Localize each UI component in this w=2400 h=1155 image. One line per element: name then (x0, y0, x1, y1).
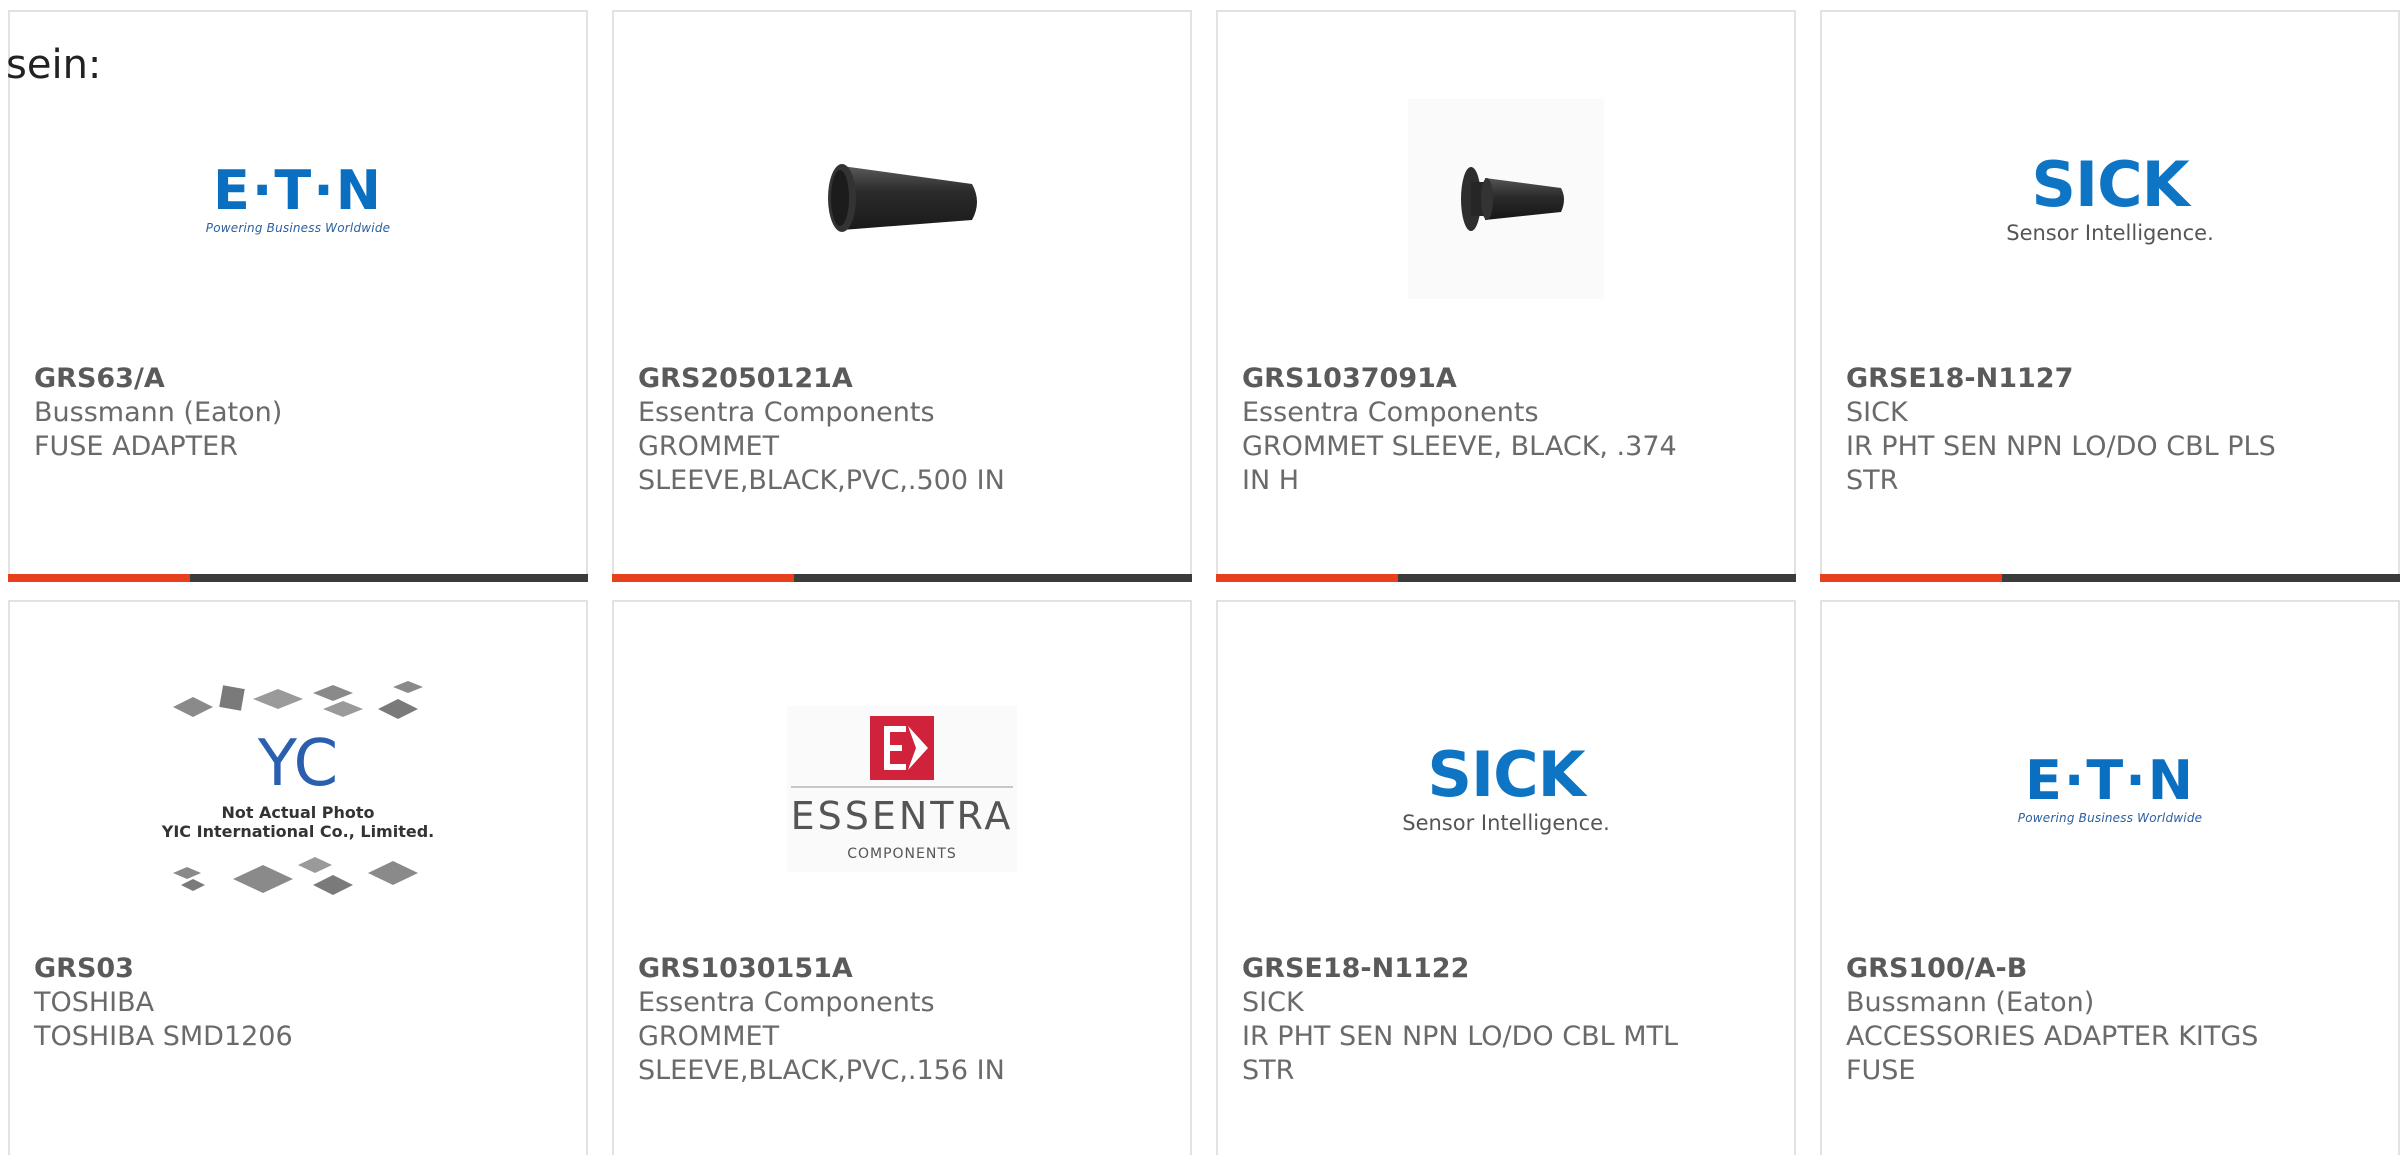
card-footer-bar (1820, 574, 2400, 582)
intro-text: sein: (6, 42, 102, 88)
product-image[interactable]: E·T·N Powering Business Worldwide (1822, 664, 2398, 914)
card-footer-bar (1216, 574, 1796, 582)
essentra-mark-icon (869, 716, 934, 780)
manufacturer: Essentra Components (638, 397, 935, 428)
yic-monogram: YC (257, 727, 339, 801)
product-image[interactable]: YC Not Actual Photo YIC International Co… (10, 664, 586, 914)
manufacturer: Bussmann (Eaton) (34, 397, 283, 428)
part-number[interactable]: GRS63/A (34, 362, 562, 396)
description: SLEEVE,BLACK,PVC,.500 IN (638, 465, 1005, 496)
manufacturer: Essentra Components (638, 987, 935, 1018)
product-card[interactable]: E·T·N Powering Business Worldwide GRS100… (1820, 600, 2400, 1155)
manufacturer: SICK (1846, 397, 1908, 428)
description: ACCESSORIES ADAPTER KITGS (1846, 1021, 2259, 1052)
sick-logo: SICK Sensor Intelligence. (1402, 738, 1610, 836)
description: GROMMET SLEEVE, BLACK, .374 (1242, 431, 1677, 462)
description: SLEEVE,BLACK,PVC,.156 IN (638, 1055, 1005, 1086)
description: GROMMET (638, 431, 780, 462)
eaton-logo: E·T·N Powering Business Worldwide (205, 159, 391, 236)
product-card[interactable]: GRS2050121A Essentra Components GROMMET … (612, 10, 1192, 582)
manufacturer: TOSHIBA (34, 987, 155, 1018)
description: IN H (1242, 465, 1300, 496)
yic-company-text: YIC International Co., Limited. (161, 822, 435, 841)
part-number[interactable]: GRS100/A-B (1846, 952, 2374, 986)
grommet-photo (1461, 167, 1564, 231)
description: STR (1846, 465, 1899, 496)
grommet-sleeve-photo (828, 164, 977, 232)
product-card[interactable]: YC Not Actual Photo YIC International Co… (8, 600, 588, 1155)
part-number[interactable]: GRS2050121A (638, 362, 1166, 396)
part-number[interactable]: GRS1030151A (638, 952, 1166, 986)
manufacturer: Essentra Components (1242, 397, 1539, 428)
product-card[interactable]: ESSENTRA COMPONENTS GRS1030151A Essentra… (612, 600, 1192, 1155)
manufacturer: SICK (1242, 987, 1304, 1018)
product-image[interactable] (1218, 74, 1794, 324)
chip-icons (163, 679, 433, 729)
yic-placeholder-image: YC Not Actual Photo YIC International Co… (162, 679, 434, 899)
product-card[interactable]: SICK Sensor Intelligence. GRSE18-N1122 S… (1216, 600, 1796, 1155)
essentra-logo: ESSENTRA COMPONENTS (786, 706, 1018, 872)
product-image[interactable]: E·T·N Powering Business Worldwide (10, 74, 586, 324)
eaton-logo: E·T·N Powering Business Worldwide (2017, 749, 2203, 826)
description: TOSHIBA SMD1206 (34, 1021, 293, 1052)
description: FUSE (1846, 1055, 1916, 1086)
description: IR PHT SEN NPN LO/DO CBL MTL (1242, 1021, 1679, 1052)
product-card[interactable]: GRS1037091A Essentra Components GROMMET … (1216, 10, 1796, 582)
product-image[interactable]: SICK Sensor Intelligence. (1822, 74, 2398, 324)
part-number[interactable]: GRS1037091A (1242, 362, 1770, 396)
part-number[interactable]: GRS03 (34, 952, 562, 986)
product-image[interactable]: SICK Sensor Intelligence. (1218, 664, 1794, 914)
product-card[interactable]: SICK Sensor Intelligence. GRSE18-N1127 S… (1820, 10, 2400, 582)
description: STR (1242, 1055, 1295, 1086)
description: GROMMET (638, 1021, 780, 1052)
sick-logo: SICK Sensor Intelligence. (2006, 148, 2214, 246)
manufacturer: Bussmann (Eaton) (1846, 987, 2095, 1018)
chip-icons (163, 849, 433, 899)
part-number[interactable]: GRSE18-N1122 (1242, 952, 1770, 986)
not-actual-photo-text: Not Actual Photo (221, 803, 375, 822)
card-footer-bar (8, 574, 588, 582)
description: FUSE ADAPTER (34, 431, 238, 462)
part-number[interactable]: GRSE18-N1127 (1846, 362, 2374, 396)
product-image[interactable]: ESSENTRA COMPONENTS (614, 664, 1190, 914)
product-image[interactable] (614, 74, 1190, 324)
product-card[interactable]: E·T·N Powering Business Worldwide GRS63/… (8, 10, 588, 582)
description: IR PHT SEN NPN LO/DO CBL PLS (1846, 431, 2276, 462)
card-footer-bar (612, 574, 1192, 582)
